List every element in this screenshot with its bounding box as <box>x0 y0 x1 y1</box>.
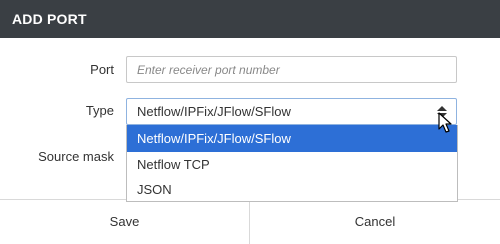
dialog-title: ADD PORT <box>0 0 500 38</box>
save-button[interactable]: Save <box>0 200 250 244</box>
cancel-button[interactable]: Cancel <box>250 200 500 244</box>
option-json[interactable]: JSON <box>127 177 457 202</box>
type-label: Type <box>85 103 114 118</box>
type-dropdown-list: Netflow/IPFix/JFlow/SFlow Netflow TCP JS… <box>126 125 458 202</box>
source-mask-label: Source mask <box>38 149 114 164</box>
option-netflow-tcp[interactable]: Netflow TCP <box>127 152 457 177</box>
dialog-footer: Save Cancel <box>0 199 500 244</box>
add-port-dialog: ADD PORT Port Type Netflow/IPFix/JFlow/S… <box>0 0 500 244</box>
type-select[interactable]: Netflow/IPFix/JFlow/SFlow <box>126 98 457 125</box>
port-label: Port <box>90 62 114 77</box>
type-select-value: Netflow/IPFix/JFlow/SFlow <box>137 104 291 119</box>
option-netflow-ipfix[interactable]: Netflow/IPFix/JFlow/SFlow <box>127 125 457 152</box>
mouse-cursor-icon <box>438 112 452 133</box>
port-input[interactable] <box>126 56 457 83</box>
